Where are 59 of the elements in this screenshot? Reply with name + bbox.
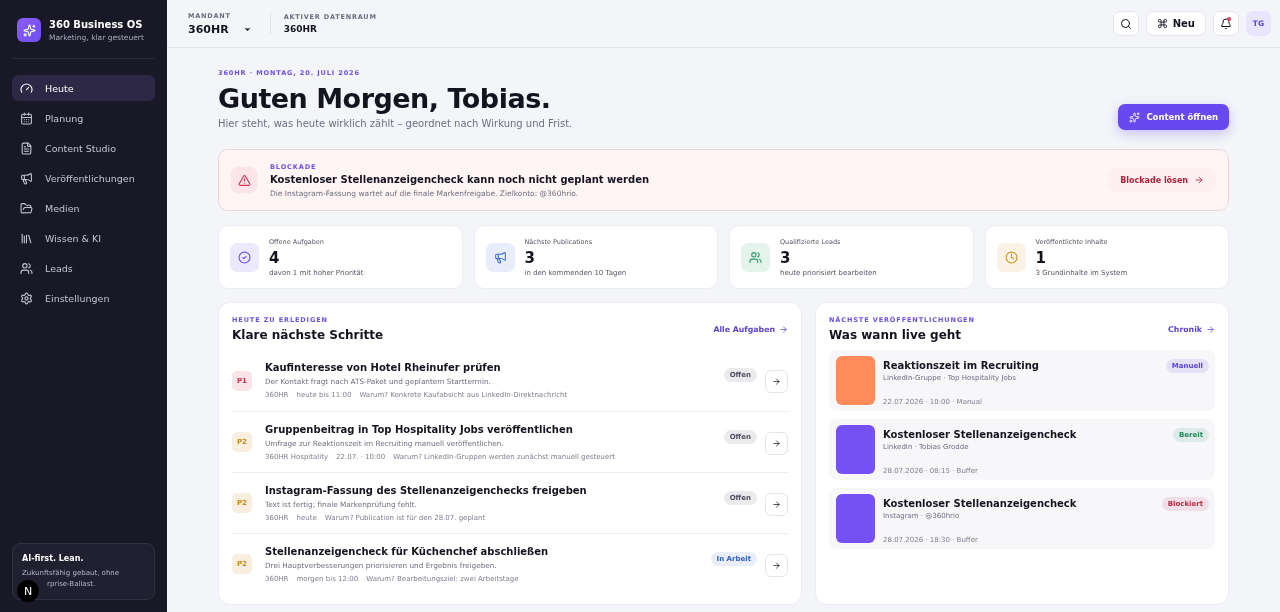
nav-item[interactable]: Medien [12,195,155,221]
content-button[interactable]: Content öffnen [1118,104,1229,130]
blocker-title: Kostenloser Stellenanzeigencheck kann noch nicht geplant werden [270,173,650,185]
open-task-button[interactable] [765,370,788,393]
stat-value: 3 [524,248,536,267]
bell-icon [1220,17,1232,30]
gauge-icon [20,81,33,95]
publication-title: Kostenloser Stellenanzeigencheck [883,429,1078,440]
floating-badge[interactable]: N [17,580,39,602]
arrow-icon [779,324,788,334]
arrow-icon [1194,175,1204,185]
document-icon [20,141,33,155]
task-title: Stellenanzeigencheck für Küchenchef abschließen [265,545,550,557]
arrow-icon [1206,324,1215,334]
nav-item[interactable]: Planung [12,105,155,131]
task-title: Kaufinteresse von Hotel Rheinufer prüfen [265,362,502,373]
notifications-button[interactable] [1213,11,1239,36]
folder-icon [20,201,33,215]
new-button[interactable]: Neu [1145,11,1206,36]
sparkles-icon [1129,111,1141,123]
stat-value: 4 [269,248,281,267]
stat-value: 1 [1035,248,1047,267]
section-title: Was wann live geht [829,328,963,342]
task-title: Gruppenbeitrag in Top Hospitality Jobs veröffentlichen [265,423,574,435]
stat-value: 3 [780,248,792,267]
users-icon [20,261,33,275]
nav-item[interactable]: Leads [12,255,155,281]
nav-item[interactable]: Einstellungen [12,285,155,311]
arrow-icon [772,499,781,510]
page-subtitle: Hier steht, was heute wirklich zählt – geordnet nach Wirkung und Frist. [218,118,573,129]
publication-title: Kostenloser Stellenanzeigencheck [883,498,1078,509]
arrow-icon [772,376,781,387]
command-icon [1156,18,1168,29]
open-task-button[interactable] [765,554,788,577]
publication-title: Reaktionszeit im Recruiting [883,360,1041,371]
page-title: Guten Morgen, Tobias. [218,83,552,114]
search-button[interactable] [1112,11,1139,36]
dataroom-value: 360HR [283,24,318,34]
nav-item[interactable]: Content Studio [12,135,155,161]
calendar-icon [20,111,33,125]
resolve-button[interactable]: Blockade lösen [1108,168,1216,192]
task-title: Instagram-Fassung des Stellenanzeigenchecks freigeben [265,484,588,496]
nav-item[interactable]: Wissen & KI [12,225,155,251]
section-title: Klare nächste Schritte [232,328,384,342]
tenant-dropdown[interactable]: 360HR [188,22,252,36]
open-task-button[interactable] [765,432,788,455]
megaphone-icon [20,171,33,185]
app-name: 360 Business OS [49,18,144,30]
promo-title: AI-first. Lean. [22,554,85,563]
library-icon [20,231,33,245]
settings-icon [20,291,33,305]
nav-item[interactable]: Heute [12,75,155,101]
nav-item[interactable]: Veröffentlichungen [12,165,155,191]
warning-icon [231,167,257,193]
arrow-icon [772,560,781,571]
logo-icon [17,18,41,42]
open-task-button[interactable] [765,493,788,516]
arrow-icon [772,438,781,449]
search-icon [1119,17,1132,30]
